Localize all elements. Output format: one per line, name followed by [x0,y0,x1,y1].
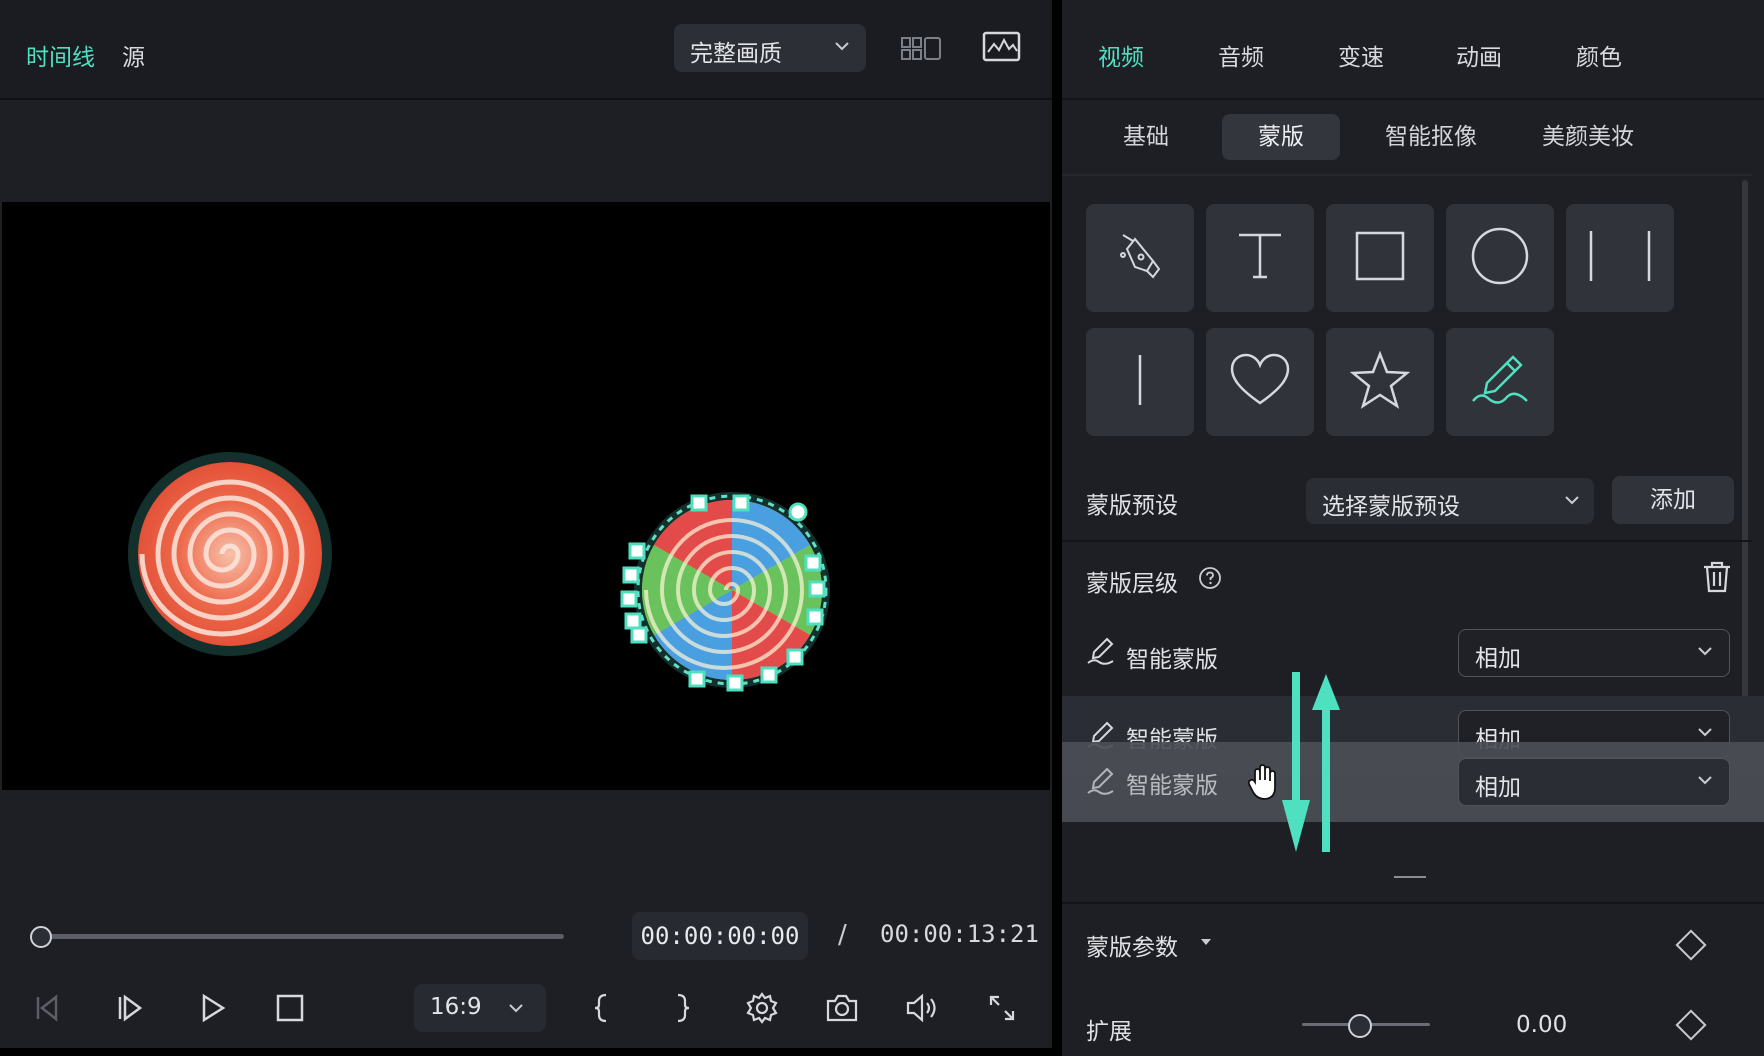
heart-icon [1230,353,1290,411]
circle-mask-button[interactable] [1446,204,1554,312]
smart-brush-icon [1086,636,1116,670]
star-mask-button[interactable] [1326,328,1434,436]
heart-mask-button[interactable] [1206,328,1314,436]
mirror-icon [1585,229,1655,287]
chevron-down-icon [832,36,852,60]
help-icon[interactable] [1198,566,1222,594]
timecode-total: 00:00:13:21 [880,920,1039,948]
chevron-down-icon [1695,770,1715,794]
mark-out-icon[interactable] [662,988,702,1028]
expand-label: 扩展 [1086,1019,1132,1045]
trash-icon[interactable] [1702,560,1732,598]
quality-value: 完整画质 [690,41,782,67]
tab-animation[interactable]: 动画 [1456,38,1502,72]
scrollbar[interactable] [1742,180,1748,746]
resize-handle[interactable] [1394,876,1426,878]
tab-audio[interactable]: 音频 [1218,38,1264,72]
settings-icon[interactable] [742,988,782,1028]
tab-timeline[interactable]: 时间线 [26,38,95,72]
chevron-down-icon [1562,490,1582,514]
mask-layer-name[interactable]: 智能蒙版 [1126,640,1218,674]
line-icon [1130,353,1150,411]
blend-mode-dropdown[interactable]: 相加 [1458,758,1730,806]
timecode-current[interactable]: 00:00:00:00 [632,912,808,960]
reorder-arrows-icon [1278,668,1348,862]
hand-cursor-icon [1246,764,1280,806]
tab-video[interactable]: 视频 [1098,38,1144,72]
fullscreen-icon[interactable] [982,988,1022,1028]
timecode-separator: / [838,920,847,950]
tab-color[interactable]: 颜色 [1576,38,1622,72]
tab-speed[interactable]: 变速 [1338,38,1384,72]
blend-mode-dropdown[interactable]: 相加 [1458,629,1730,677]
player-header [0,0,1052,100]
divider [1062,902,1764,904]
caret-down-icon[interactable] [1198,934,1214,954]
mask-preset-dropdown[interactable]: 选择蒙版预设 [1306,478,1594,524]
play-icon[interactable] [192,988,232,1028]
step-forward-icon[interactable] [110,988,150,1028]
subtab-mask[interactable]: 蒙版 [1222,114,1340,160]
mask-layer-name[interactable]: 智能蒙版 [1126,766,1218,800]
pen-mask-button[interactable] [1086,204,1194,312]
star-icon [1349,350,1411,413]
waveform-scope-icon[interactable] [982,30,1022,68]
subtab-basic[interactable]: 基础 [1108,114,1184,160]
quality-dropdown[interactable]: 完整画质 [674,24,866,72]
mark-in-icon[interactable] [582,988,622,1028]
expand-value[interactable]: 0.00 [1516,1012,1567,1038]
text-mask-button[interactable] [1206,204,1314,312]
mask-preset-label: 蒙版预设 [1086,493,1178,519]
tab-source[interactable]: 源 [122,38,145,72]
smart-brush-icon [1086,766,1116,800]
mirror-mask-button[interactable] [1566,204,1674,312]
snapshot-icon[interactable] [822,988,862,1028]
aspect-ratio-dropdown[interactable]: 16:9 [414,984,546,1032]
aspect-ratio-value: 16:9 [430,994,482,1020]
prev-frame-icon[interactable] [28,988,68,1028]
blend-mode-value: 相加 [1475,775,1521,801]
scrubber-handle[interactable] [30,926,52,948]
mask-preset-value: 选择蒙版预设 [1322,494,1460,520]
rectangle-icon [1353,229,1407,287]
stop-icon[interactable] [270,988,310,1028]
mask-params-label: 蒙版参数 [1086,935,1178,961]
video-canvas[interactable] [2,202,1050,790]
divider [1062,540,1752,542]
divider [1062,174,1752,176]
smart-brush-mask-button[interactable] [1446,328,1554,436]
expand-slider-handle[interactable] [1347,1014,1372,1038]
grid-view-icon[interactable] [900,34,944,68]
scrubber-track[interactable] [40,934,564,939]
chevron-down-icon [506,998,526,1022]
pen-icon [1113,229,1167,287]
volume-icon[interactable] [902,988,942,1028]
chevron-down-icon [1695,641,1715,665]
subtab-beauty[interactable]: 美颜美妆 [1536,114,1640,160]
rectangle-mask-button[interactable] [1326,204,1434,312]
text-icon [1233,229,1287,287]
circle-icon [1470,226,1530,290]
mask-layers-label: 蒙版层级 [1086,571,1178,597]
candy-left-image [128,452,332,656]
divider [1062,98,1764,100]
add-preset-button[interactable]: 添加 [1612,476,1734,524]
line-mask-button[interactable] [1086,328,1194,436]
smart-brush-icon [1469,353,1531,411]
blend-mode-value: 相加 [1475,646,1521,672]
subtab-smart-cutout[interactable]: 智能抠像 [1376,114,1486,160]
